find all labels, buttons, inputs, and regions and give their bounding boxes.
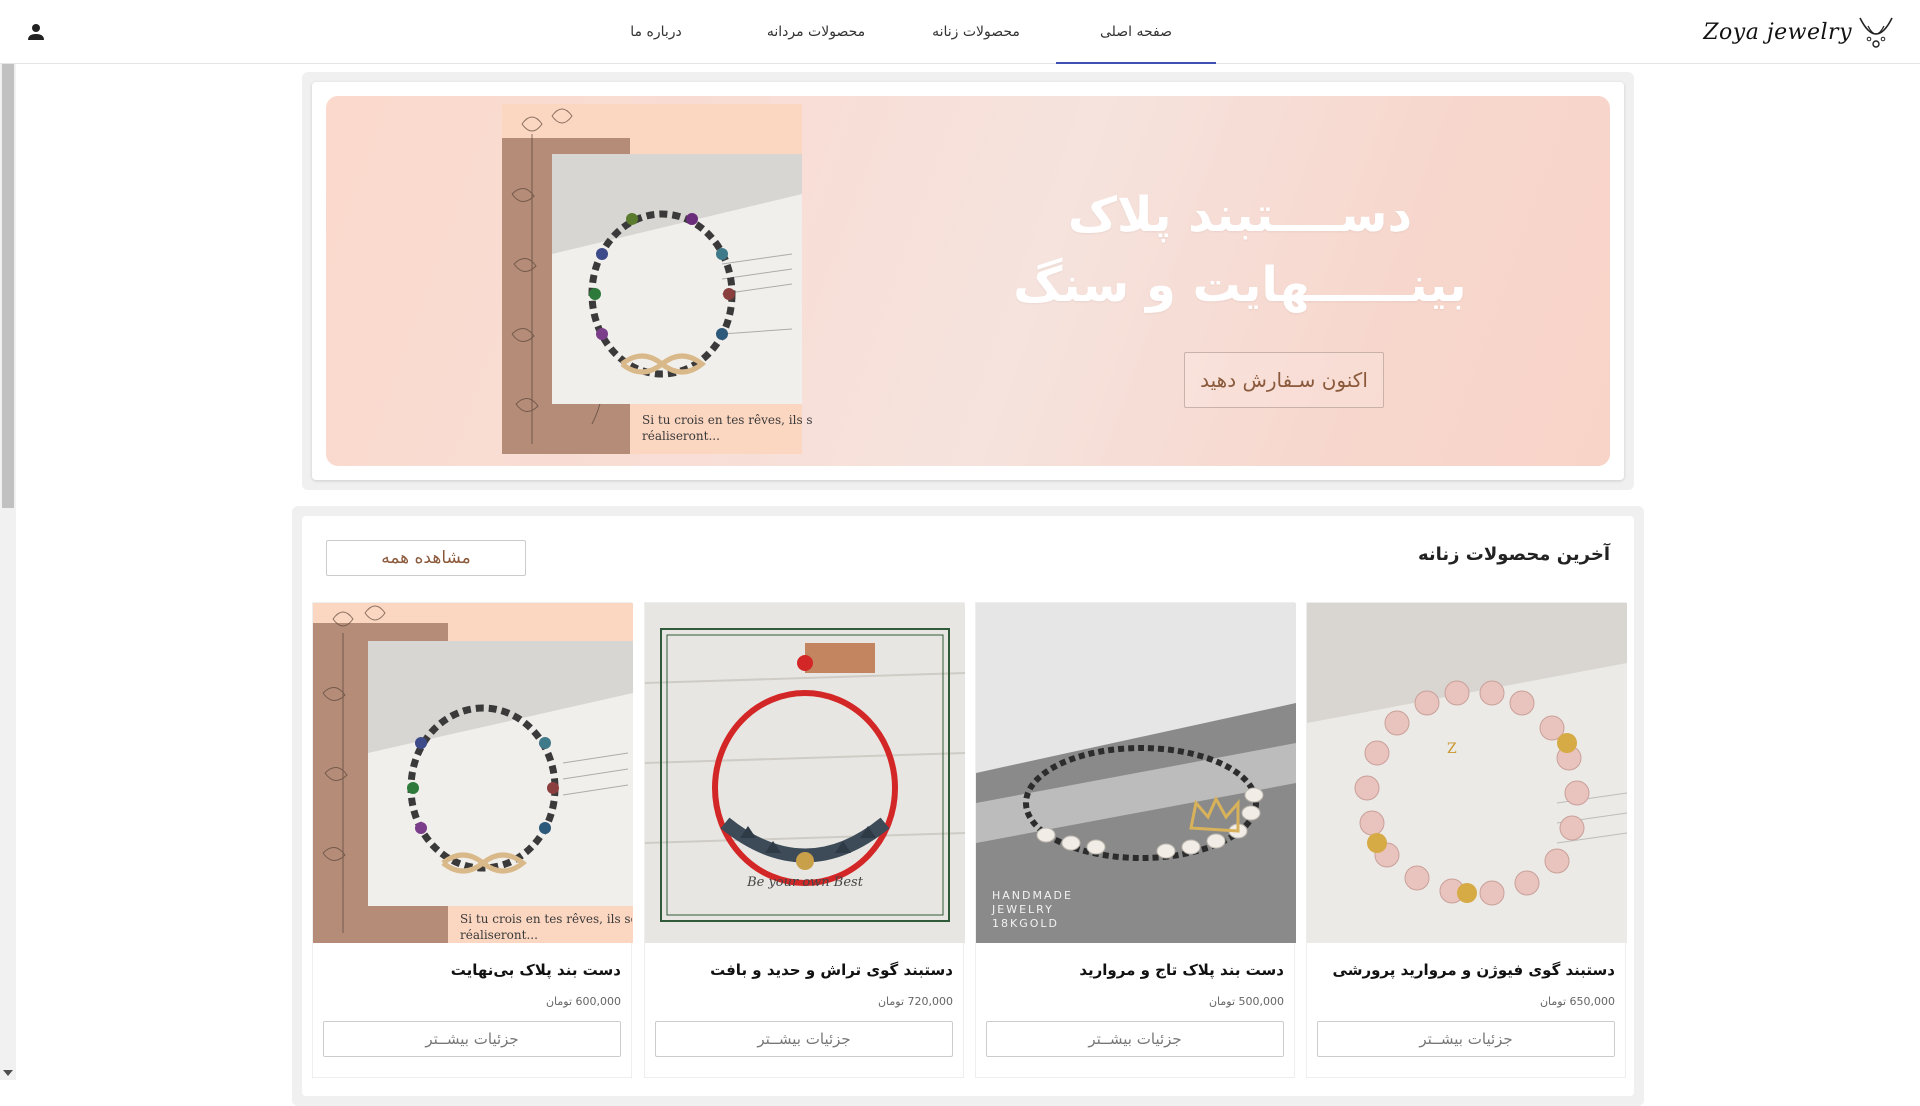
image-watermark: Be your own Best — [747, 875, 863, 890]
product-name[interactable]: دست بند پلاک بی‌نهایت — [451, 961, 621, 979]
details-button[interactable]: جزئیات بیشــتر — [986, 1021, 1284, 1057]
nav-home-label: صفحه اصلی — [1099, 24, 1173, 40]
hero-title: دســــتبند پلاک بینــــــهایت و سنگ — [1010, 180, 1470, 320]
details-button[interactable]: جزئیات بیشــتر — [655, 1021, 953, 1057]
hero-image-caption: Si tu crois en tes rêves, ils se réalise… — [642, 412, 812, 444]
hero-bracelet-image — [502, 104, 802, 454]
product-card[interactable]: HANDMADE JEWELRY 18KGOLD دست بند پلاک تا… — [975, 602, 1296, 1078]
image-caption: Si tu crois en tes rêves, ils se réalise… — [460, 911, 632, 943]
product-name[interactable]: دستبند گوی تراش و حدید و بافت — [710, 961, 953, 979]
caption-line2: réaliseront... — [460, 928, 538, 942]
nav-womens-products[interactable]: محصولات زنانه — [896, 0, 1056, 64]
nav-about-us[interactable]: درباره ما — [576, 0, 736, 64]
hero-caption-line1: Si tu crois en tes rêves, ils se — [642, 413, 812, 427]
hero-title-line2: بینــــــهایت و سنگ — [1013, 257, 1467, 313]
product-card[interactable]: Si tu crois en tes rêves, ils se réalise… — [312, 602, 633, 1078]
main-nav: صفحه اصلی محصولات زنانه محصولات مردانه د… — [576, 0, 1216, 64]
product-card[interactable]: Z دستبند گوی فیوژن و مروارید پرورشی 650,… — [1306, 602, 1627, 1078]
caption-line1: Si tu crois en tes rêves, ils se — [460, 912, 632, 926]
section-title: آخرین محصولات زنانه — [1417, 544, 1610, 565]
product-price: 600,000 تومان — [545, 995, 621, 1008]
svg-text:Z: Z — [1447, 741, 1457, 757]
hero-title-line1: دســــتبند پلاک — [1067, 187, 1413, 243]
view-all-button[interactable]: مشاهده همه — [326, 540, 526, 576]
product-name[interactable]: دستبند گوی فیوژن و مروارید پرورشی — [1333, 961, 1615, 979]
order-now-button[interactable]: اکنون سـفارش دهید — [1184, 352, 1384, 408]
product-price: 650,000 تومان — [1539, 995, 1615, 1008]
brand-logo[interactable]: Zoya jewelry — [1703, 10, 1896, 54]
necklace-icon — [1859, 17, 1893, 48]
image-watermark: HANDMADE JEWELRY 18KGOLD — [992, 889, 1073, 930]
product-image[interactable] — [645, 603, 965, 943]
details-button[interactable]: جزئیات بیشــتر — [1317, 1021, 1615, 1057]
hero-caption-line2: réaliseront... — [642, 429, 720, 443]
nav-womens-label: محصولات زنانه — [932, 24, 1020, 40]
nav-mens-label: محصولات مردانه — [766, 24, 866, 40]
brand-name: Zoya jewelry — [1703, 19, 1852, 45]
page-scrollbar[interactable] — [0, 64, 16, 1080]
product-card[interactable]: Be your own Best دستبند گوی تراش و حدید … — [644, 602, 965, 1078]
product-price: 720,000 تومان — [877, 995, 953, 1008]
nav-about-label: درباره ما — [630, 24, 682, 40]
product-price: 500,000 تومان — [1208, 995, 1284, 1008]
person-icon[interactable] — [24, 20, 48, 44]
details-button[interactable]: جزئیات بیشــتر — [323, 1021, 621, 1057]
hero-banner: Si tu crois en tes rêves, ils se réalise… — [326, 96, 1610, 466]
product-image[interactable] — [313, 603, 633, 943]
nav-home[interactable]: صفحه اصلی — [1056, 0, 1216, 64]
nav-mens-products[interactable]: محصولات مردانه — [736, 0, 896, 64]
top-app-bar: Zoya jewelry صفحه اصلی محصولات زنانه محص… — [0, 0, 1920, 64]
product-name[interactable]: دست بند پلاک تاج و مروارید — [1079, 961, 1284, 979]
scroll-down-arrow-icon[interactable] — [3, 1070, 13, 1076]
scrollbar-thumb[interactable] — [2, 64, 14, 508]
product-image[interactable]: Z — [1307, 603, 1627, 943]
